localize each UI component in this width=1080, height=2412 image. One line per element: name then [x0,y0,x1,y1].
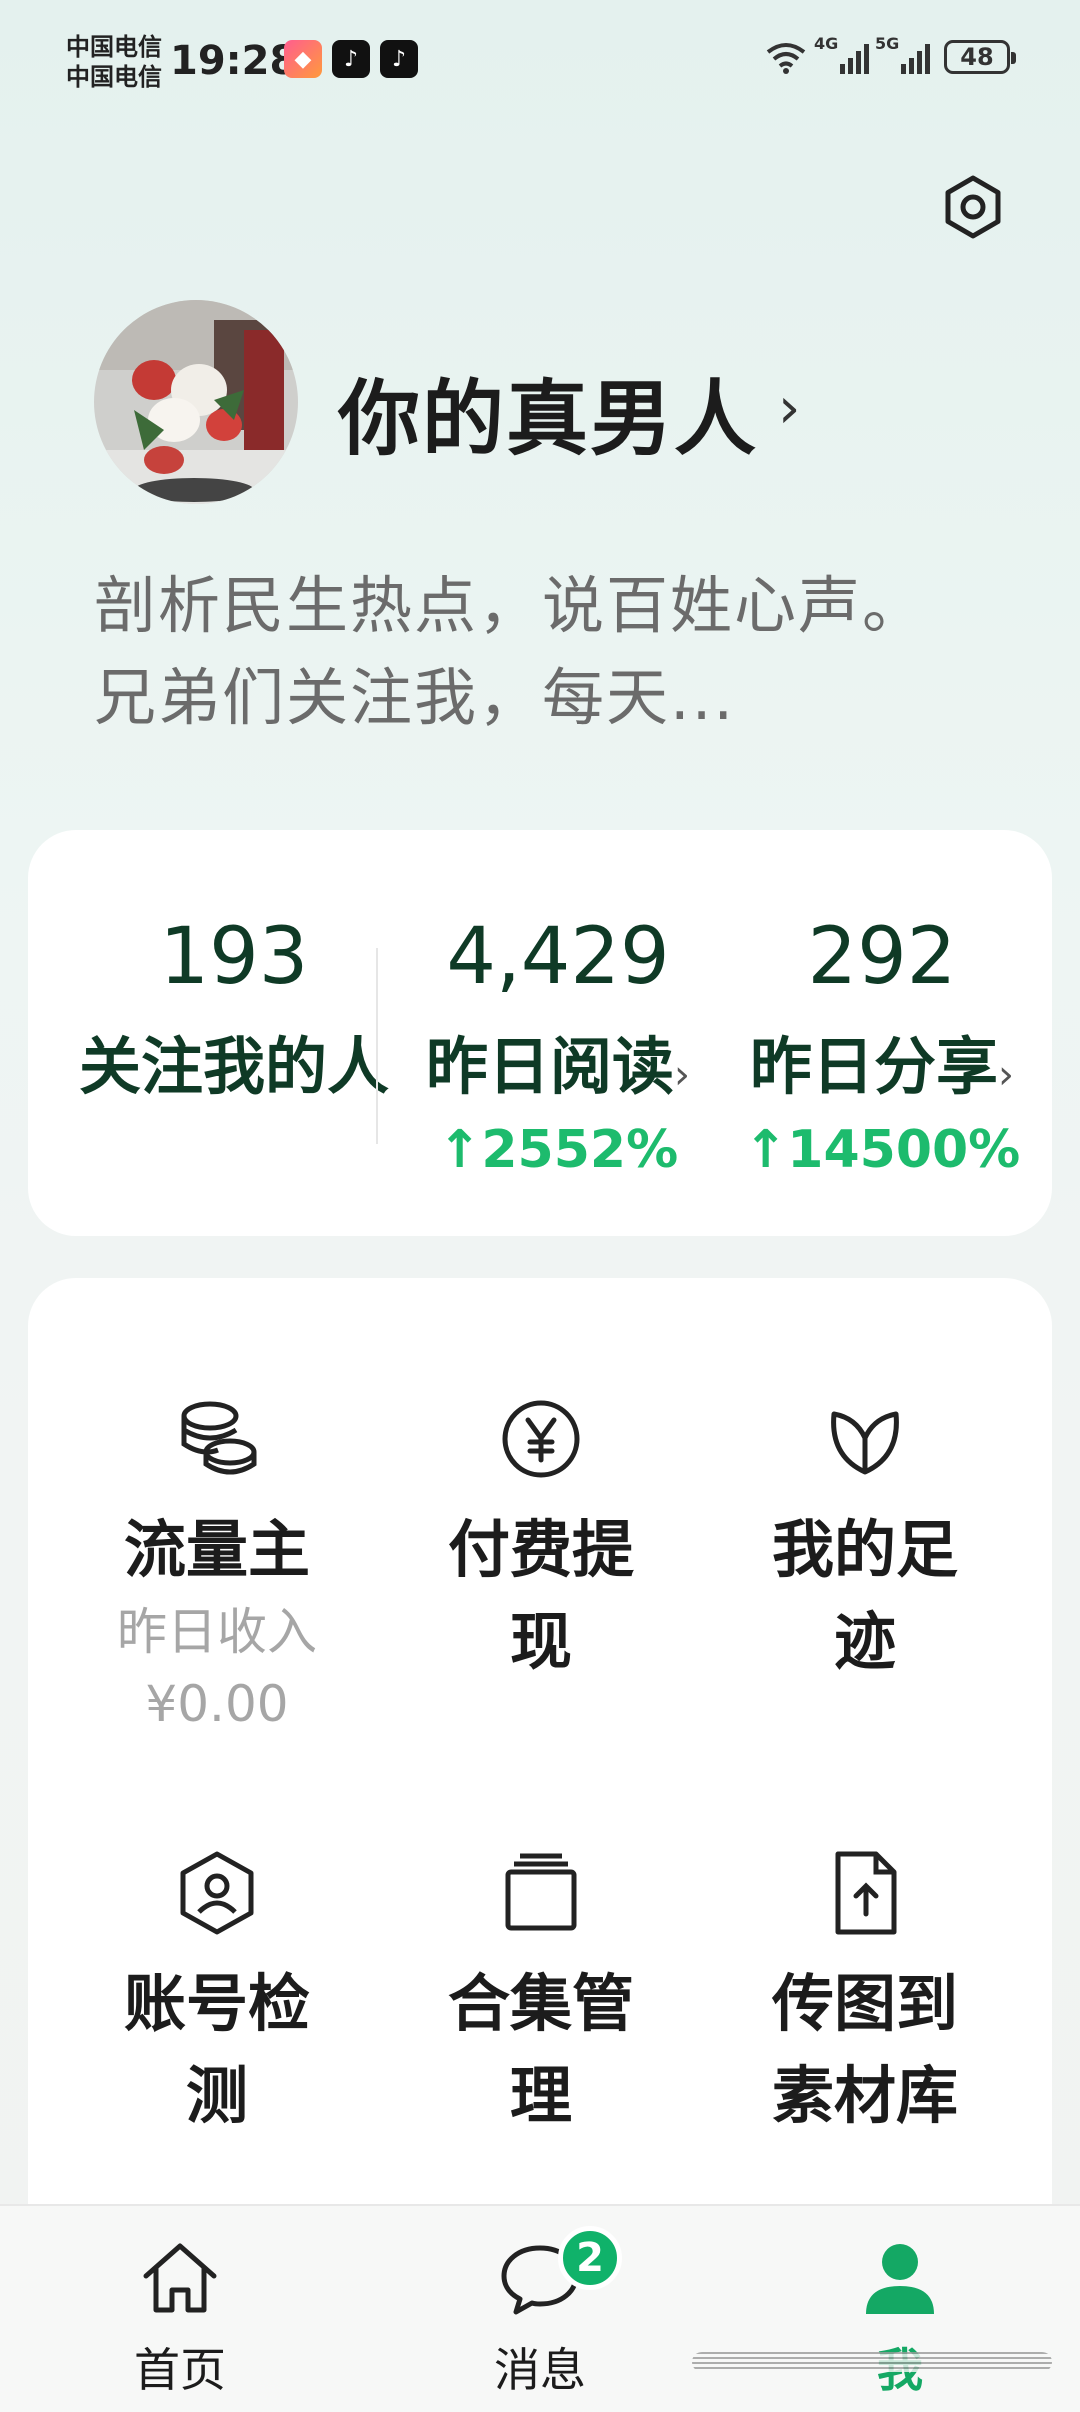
tiktok-icon: ♪ [332,40,370,78]
avatar-image [94,300,298,504]
nav-messages[interactable]: 2 消息 [440,2226,640,2400]
profile-bio: 剖析民生热点，说百姓心声。兄弟们关注我，每天... [94,569,927,734]
profile-name-link[interactable]: 你的真男人 › [338,352,800,471]
tool-collection-manage[interactable]: 合集管理 [378,1848,704,2142]
tool-label: 我的足迹 [771,1513,958,1678]
system-icons: 4G 5G 48 [764,34,1016,74]
signal-5g-icon: 5G [875,34,930,74]
nav-label: 消息 [494,2343,586,2397]
notification-app-icons: ◆ ♪ ♪ [284,40,418,78]
chevron-right-icon: › [998,1052,1014,1098]
shopping-app-icon: ◆ [284,40,322,78]
stat-change: ↑14500% [743,1120,1021,1180]
stat-label: 关注我的人 [78,1030,389,1103]
user-shield-icon [180,1851,254,1935]
carrier-labels: 中国电信 中国电信 [66,32,162,92]
collection-icon [505,1853,577,1931]
stat-value: 292 [807,912,957,1002]
tool-label: 账号检测 [123,1967,310,2132]
stat-value: 193 [159,912,309,1002]
chevron-right-icon: › [674,1052,690,1098]
tool-sub-label: 昨日收入 [117,1603,317,1661]
home-icon [143,2243,217,2313]
clock: 19:28 [170,38,298,84]
stat-followers[interactable]: 193 关注我的人 [64,830,404,1236]
status-bar: 中国电信 中国电信 19:28 ◆ ♪ ♪ 4G 5G 48 [0,0,1080,120]
carrier-2: 中国电信 [66,63,162,91]
tool-sub-value: ¥0.00 [145,1675,289,1733]
stat-label: 昨日分享› [749,1030,1014,1103]
avatar[interactable] [94,300,298,504]
battery-icon: 48 [944,40,1016,74]
username: 你的真男人 [338,372,759,467]
signal-4g-icon: 4G [814,34,869,74]
bottom-nav: 首页 2 消息 我 [0,2204,1080,2412]
stat-change: ↑2552% [437,1120,679,1180]
tool-label: 付费提现 [447,1513,634,1678]
coins-icon [181,1401,257,1475]
stat-value: 4,429 [446,912,670,1002]
message-count-badge: 2 [558,2226,622,2290]
tool-traffic-owner[interactable]: 流量主 昨日收入 ¥0.00 [54,1394,380,1740]
file-upload-icon [835,1851,897,1935]
stat-label: 昨日阅读› [425,1030,690,1103]
home-indicator [692,2352,1052,2372]
tool-upload-to-library[interactable]: 传图到素材库 [702,1848,1028,2142]
stats-card: 193 关注我的人 4,429 昨日阅读› ↑2552% 292 昨日分享› ↑… [28,830,1052,1236]
stat-reads[interactable]: 4,429 昨日阅读› ↑2552% [388,830,728,1236]
person-icon [866,2244,934,2314]
tool-paid-withdraw[interactable]: 付费提现 [378,1394,704,1688]
settings-button[interactable] [938,172,1008,242]
nav-me[interactable]: 我 [800,2236,1000,2400]
tiktok-icon: ♪ [380,40,418,78]
stat-divider [376,948,378,1144]
tool-label: 流量主 [123,1513,310,1586]
tool-label: 传图到素材库 [771,1967,958,2132]
nav-home[interactable]: 首页 [80,2236,280,2400]
yuan-circle-icon [502,1400,580,1478]
tools-card: 流量主 昨日收入 ¥0.00 付费提现 我的足迹 账号检测 合集管理 传图到素材… [28,1278,1052,2278]
wifi-icon [766,43,806,74]
nav-label: 首页 [134,2343,226,2397]
stat-shares[interactable]: 292 昨日分享› ↑14500% [712,830,1052,1236]
tool-label: 合集管理 [447,1967,634,2132]
tool-my-footprint[interactable]: 我的足迹 [702,1394,1028,1688]
tool-account-check[interactable]: 账号检测 [54,1848,380,2142]
gear-icon [945,175,1001,239]
leaf-icon [831,1411,899,1475]
carrier-1: 中国电信 [66,33,162,61]
chevron-right-icon: › [778,376,801,441]
